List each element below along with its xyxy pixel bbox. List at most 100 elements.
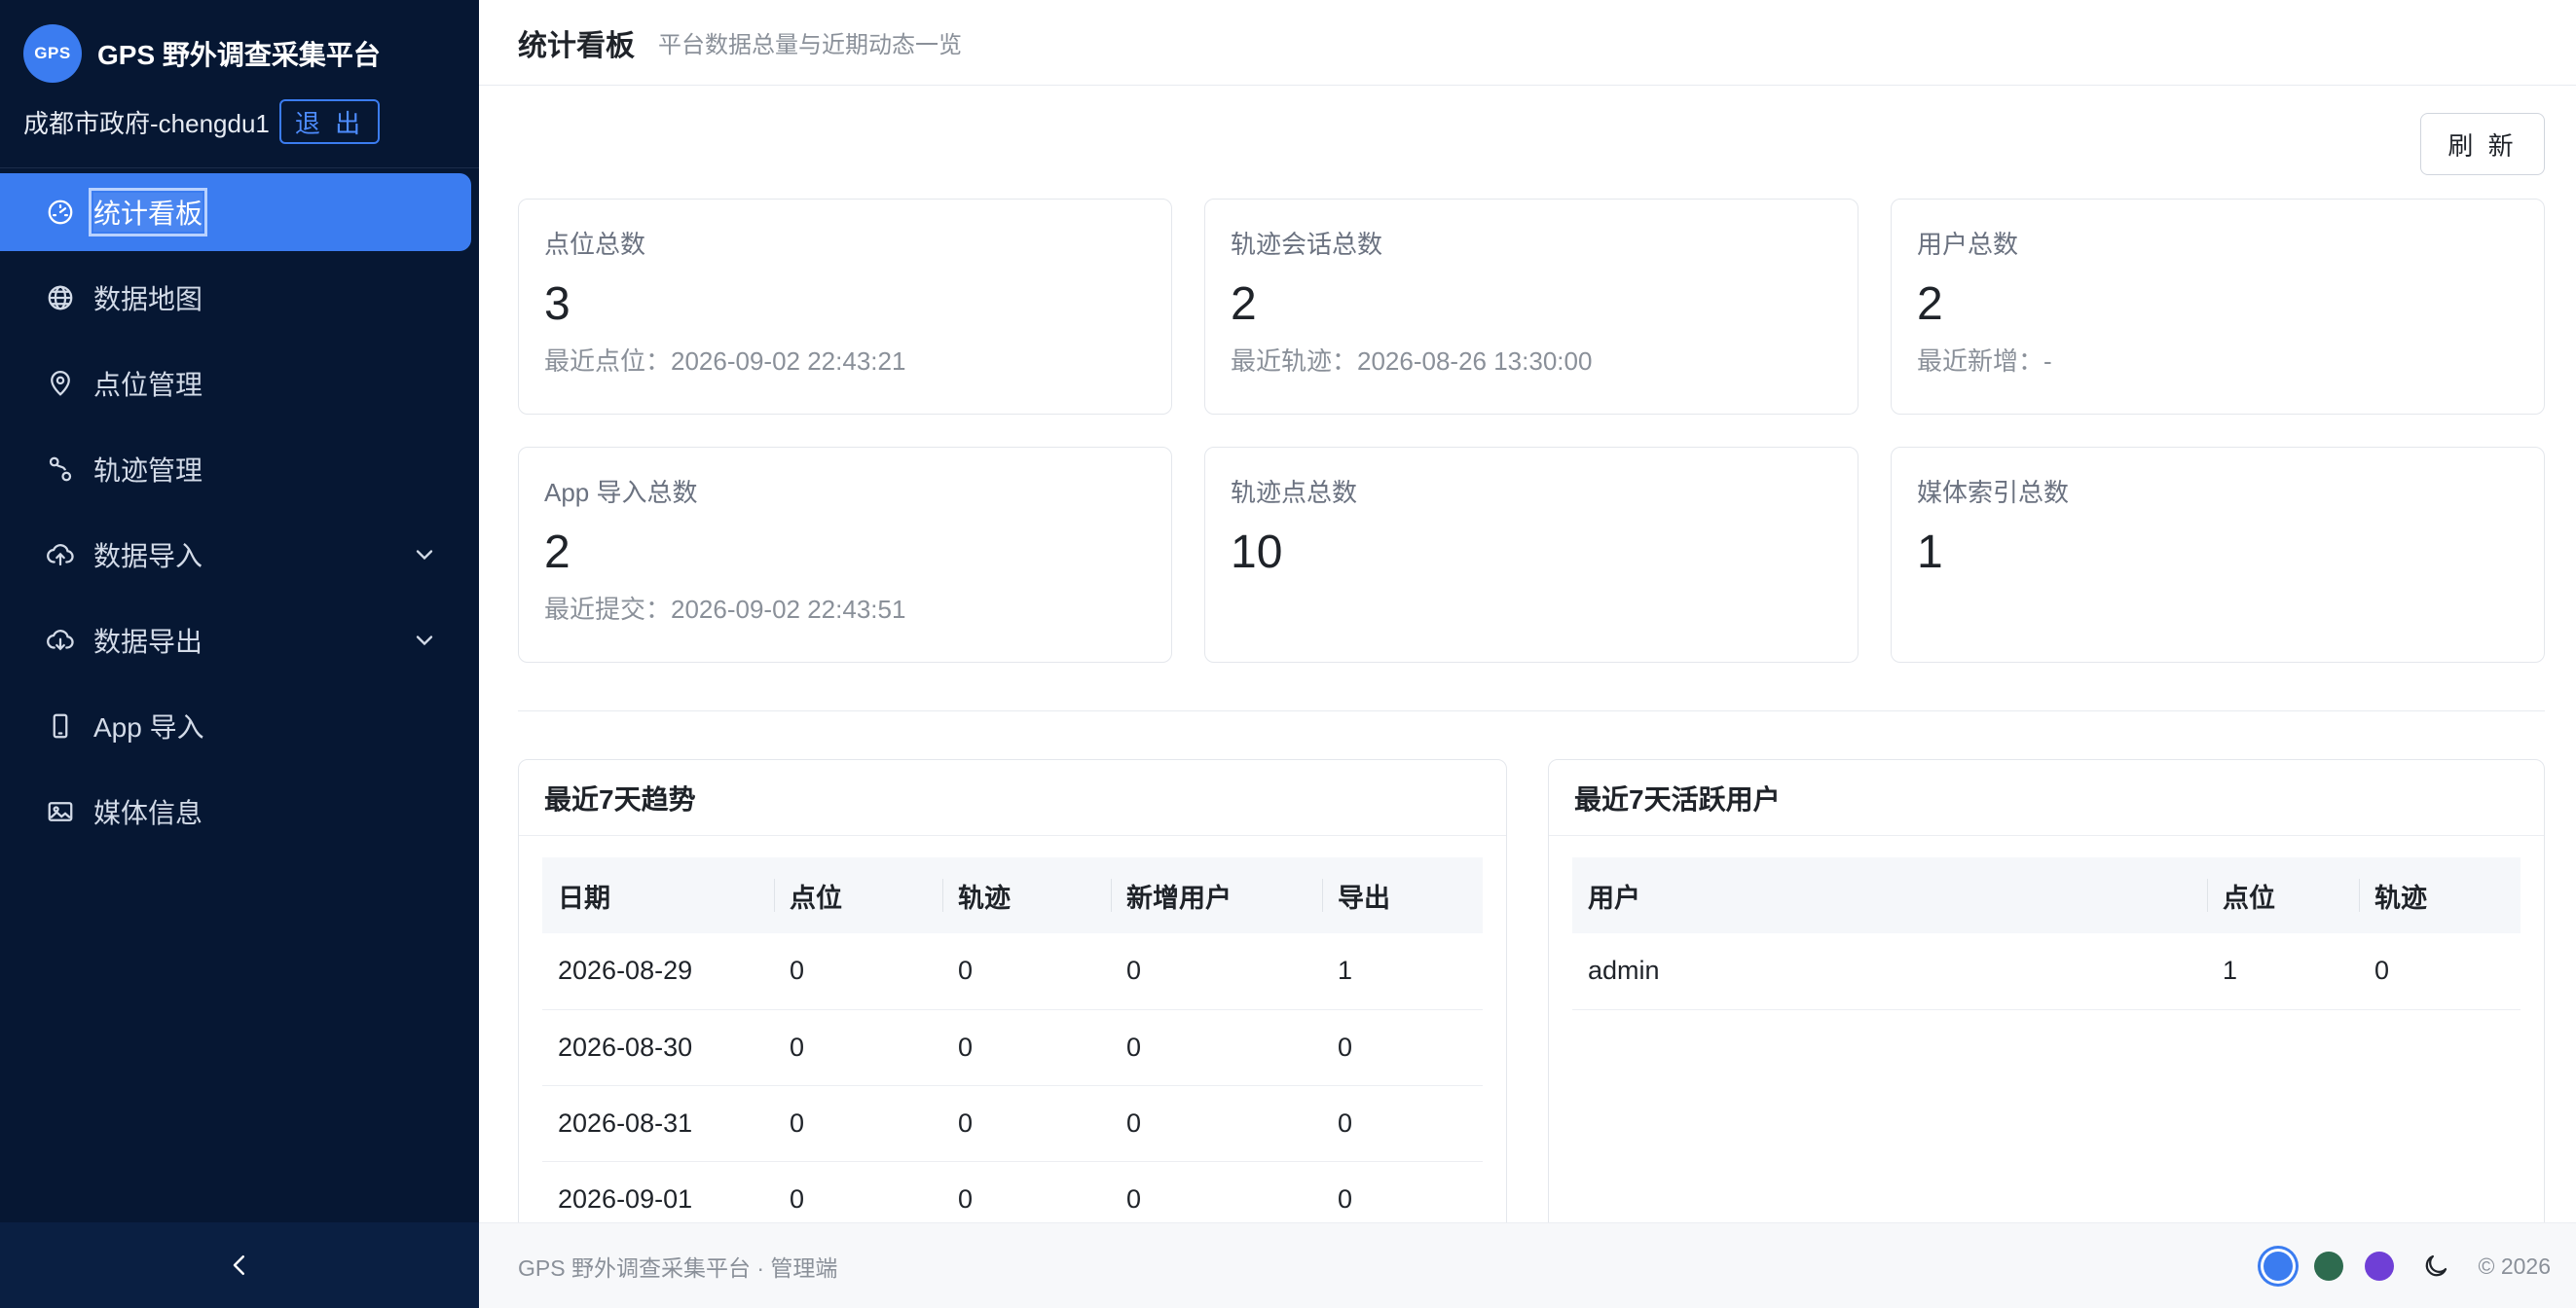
page-title: 统计看板 xyxy=(518,29,635,62)
stat-label: 轨迹点总数 xyxy=(1231,478,1358,507)
stat-label: 点位总数 xyxy=(544,230,646,259)
current-user: 成都市政府-chengdu1 xyxy=(23,108,270,138)
table-cell: 0 xyxy=(942,933,1111,1010)
stat-value: 2 xyxy=(544,527,570,578)
sidebar-item-points[interactable]: 点位管理 xyxy=(0,345,471,422)
table-cell: 0 xyxy=(774,933,942,1010)
column-header[interactable]: 轨迹 xyxy=(2359,857,2521,933)
stat-label: 轨迹会话总数 xyxy=(1231,230,1383,259)
sidebar-item-dashboard[interactable]: 统计看板 xyxy=(0,173,471,251)
sidebar: GPS GPS 野外调查采集平台 成都市政府-chengdu1 退 出 统计看板… xyxy=(0,0,479,1308)
stat-label: 媒体索引总数 xyxy=(1917,478,2070,507)
sidebar-item-media[interactable]: 媒体信息 xyxy=(0,773,471,851)
table-cell: 0 xyxy=(942,1085,1111,1162)
stat-value: 2 xyxy=(1917,278,1943,330)
active-users-table: 用户 点位 轨迹 admin 1 0 xyxy=(1572,857,2521,1010)
stat-card-track-points: 轨迹点总数 10 xyxy=(1204,447,1858,663)
stat-value: 10 xyxy=(1231,527,1283,578)
column-header[interactable]: 日期 xyxy=(542,857,774,933)
refresh-button[interactable]: 刷 新 xyxy=(2420,113,2545,175)
column-header[interactable]: 用户 xyxy=(1572,857,2207,933)
sidebar-item-tracks[interactable]: 轨迹管理 xyxy=(0,430,471,508)
sidebar-divider xyxy=(0,167,479,168)
table-cell: 0 xyxy=(1322,1085,1483,1162)
table-row: 2026-08-31 0 0 0 0 xyxy=(542,1085,1483,1162)
trend-panel-title: 最近7天趋势 xyxy=(519,760,1506,836)
chevron-down-icon xyxy=(416,636,433,646)
stat-subtext: 最近提交：2026-09-02 22:43:51 xyxy=(544,595,906,624)
chevron-down-icon xyxy=(416,550,433,561)
moon-icon xyxy=(2426,1254,2447,1277)
column-header[interactable]: 导出 xyxy=(1322,857,1483,933)
stat-label: 用户总数 xyxy=(1917,230,2019,259)
dark-mode-toggle[interactable] xyxy=(2419,1250,2452,1283)
stat-card-users: 用户总数 2 最近新增：- xyxy=(1891,199,2545,415)
sidebar-item-label: 数据导入 xyxy=(93,541,203,571)
route-icon xyxy=(45,454,76,485)
stat-subtext: 最近新增：- xyxy=(1917,346,2052,376)
sidebar-item-data-import[interactable]: 数据导入 xyxy=(0,516,471,594)
sidebar-item-label: 统计看板 xyxy=(88,188,208,236)
column-header[interactable]: 轨迹 xyxy=(942,857,1111,933)
globe-icon xyxy=(45,282,76,313)
table-row: 2026-08-29 0 0 0 1 xyxy=(542,933,1483,1010)
sidebar-item-label: 数据地图 xyxy=(93,284,203,314)
sidebar-item-label: 媒体信息 xyxy=(93,798,203,828)
user-row: 成都市政府-chengdu1 退 出 xyxy=(23,99,381,144)
image-icon xyxy=(45,796,76,827)
sidebar-item-data-map[interactable]: 数据地图 xyxy=(0,259,471,337)
footer-text: GPS 野外调查采集平台 · 管理端 xyxy=(518,1254,838,1281)
table-cell: 0 xyxy=(2359,933,2521,1010)
column-header[interactable]: 点位 xyxy=(774,857,942,933)
table-cell: 2026-08-31 xyxy=(542,1085,774,1162)
theme-swatch-green[interactable] xyxy=(2314,1252,2344,1281)
table-cell: 0 xyxy=(1111,933,1322,1010)
stat-subtext: 最近点位：2026-09-02 22:43:21 xyxy=(544,346,906,376)
table-cell: 0 xyxy=(774,1009,942,1086)
table-row: admin 1 0 xyxy=(1572,933,2521,1010)
theme-switcher: © 2026 xyxy=(2242,1223,2551,1308)
table-header-row: 用户 点位 轨迹 xyxy=(1572,857,2521,933)
table-cell: 2026-08-29 xyxy=(542,933,774,1010)
cloud-download-icon xyxy=(45,625,76,656)
stat-label: App 导入总数 xyxy=(544,478,698,507)
table-row: 2026-08-30 0 0 0 0 xyxy=(542,1009,1483,1086)
column-header[interactable]: 点位 xyxy=(2207,857,2359,933)
theme-swatch-purple[interactable] xyxy=(2365,1252,2395,1281)
page-footer: GPS 野外调查采集平台 · 管理端 © 2026 xyxy=(479,1222,2576,1308)
app-logo: GPS xyxy=(23,24,82,83)
stat-value: 2 xyxy=(1231,278,1257,330)
column-header[interactable]: 新增用户 xyxy=(1111,857,1322,933)
trend-table: 日期 点位 轨迹 新增用户 导出 2026-08-29 0 0 0 1 2026… xyxy=(542,857,1483,1238)
theme-swatch-blue[interactable] xyxy=(2263,1252,2294,1281)
mobile-icon xyxy=(45,710,76,742)
sidebar-item-label: App 导入 xyxy=(93,712,204,743)
page-subtitle: 平台数据总量与近期动态一览 xyxy=(658,32,962,58)
stat-value: 1 xyxy=(1917,527,1943,578)
table-cell: 0 xyxy=(942,1009,1111,1086)
section-divider xyxy=(518,710,2545,711)
stat-value: 3 xyxy=(544,278,570,330)
copyright: © 2026 xyxy=(2478,1253,2551,1279)
table-cell: admin xyxy=(1572,933,2207,1010)
app-title: GPS 野外调查采集平台 xyxy=(97,40,381,70)
table-cell: 0 xyxy=(1111,1085,1322,1162)
stat-card-track-sessions: 轨迹会话总数 2 最近轨迹：2026-08-26 13:30:00 xyxy=(1204,199,1858,415)
table-cell: 1 xyxy=(1322,933,1483,1010)
sidebar-item-data-export[interactable]: 数据导出 xyxy=(0,601,471,679)
table-cell: 1 xyxy=(2207,933,2359,1010)
stat-subtext: 最近轨迹：2026-08-26 13:30:00 xyxy=(1231,346,1593,376)
main-content: 统计看板 平台数据总量与近期动态一览 刷 新 点位总数 3 最近点位：2026-… xyxy=(479,0,2576,1308)
sidebar-footer xyxy=(0,1222,479,1308)
dashboard-icon xyxy=(45,197,76,228)
table-cell: 0 xyxy=(774,1085,942,1162)
chevron-left-icon xyxy=(233,1255,244,1275)
stat-card-points: 点位总数 3 最近点位：2026-09-02 22:43:21 xyxy=(518,199,1172,415)
cloud-upload-icon xyxy=(45,539,76,570)
sidebar-collapse-button[interactable] xyxy=(220,1246,259,1285)
stat-card-app-imports: App 导入总数 2 最近提交：2026-09-02 22:43:51 xyxy=(518,447,1172,663)
logout-button[interactable]: 退 出 xyxy=(278,99,381,144)
sidebar-item-label: 点位管理 xyxy=(93,370,203,400)
sidebar-item-app-import[interactable]: App 导入 xyxy=(0,687,471,765)
table-cell: 0 xyxy=(1111,1009,1322,1086)
